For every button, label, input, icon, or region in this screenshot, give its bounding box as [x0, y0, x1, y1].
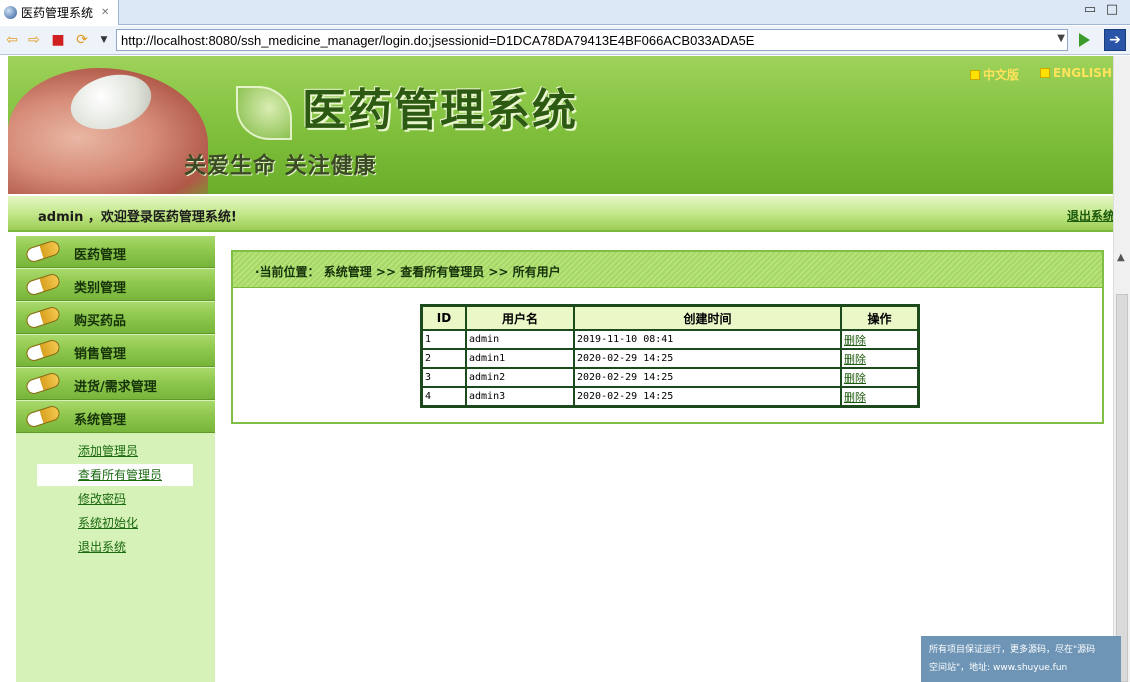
- delete-link[interactable]: 删除: [841, 330, 918, 349]
- welcome-message: admin ，欢迎登录医药管理系统!: [38, 210, 237, 225]
- lang-en-link[interactable]: ENGLISH: [1040, 66, 1112, 80]
- menu-medicine[interactable]: 医药管理: [16, 236, 215, 268]
- menu-label: 类别管理: [74, 281, 127, 296]
- breadcrumb-bar: ·当前位置： 系统管理 >> 查看所有管理员 >> 所有用户: [233, 252, 1102, 288]
- browser-tab-bar: 医药管理系统 ✕ ▭ □: [0, 0, 1130, 25]
- sidebar: 医药管理 类别管理 购买药品 销售管理 进货/需求管理 系统管理 添加管理员 查…: [16, 236, 215, 682]
- forward-icon[interactable]: ⇨: [26, 32, 42, 48]
- open-external-icon[interactable]: ➔: [1104, 29, 1126, 51]
- cell-id: 4: [422, 387, 466, 406]
- menu-category[interactable]: 类别管理: [16, 269, 215, 301]
- scrollbar-thumb[interactable]: [1116, 294, 1128, 682]
- slogan: 关爱生命 关注健康: [184, 153, 377, 179]
- tab-close-icon[interactable]: ✕: [101, 7, 109, 18]
- page-viewport: 医药管理系统 关爱生命 关注健康 中文版 ENGLISH admin ，欢迎登录…: [0, 56, 1130, 682]
- back-icon[interactable]: ⇦: [4, 32, 20, 48]
- table-header-row: ID 用户名 创建时间 操作: [422, 306, 918, 330]
- watermark-line1: 所有项目保证运行，更多源码，尽在"源码: [929, 645, 1096, 655]
- stop-icon[interactable]: ■: [50, 32, 66, 48]
- capsule-icon: [24, 239, 62, 264]
- capsule-icon: [24, 371, 62, 396]
- menu-label: 购买药品: [74, 314, 127, 329]
- col-header-username: 用户名: [466, 306, 574, 330]
- capsule-icon: [24, 338, 62, 363]
- header-banner: 医药管理系统 关爱生命 关注健康 中文版 ENGLISH: [8, 56, 1121, 194]
- logout-link[interactable]: 退出系统: [1067, 207, 1115, 224]
- url-text: http://localhost:8080/ssh_medicine_manag…: [121, 32, 755, 48]
- system-submenu: 添加管理员 查看所有管理员 修改密码 系统初始化 退出系统: [16, 434, 215, 558]
- minimize-icon[interactable]: ▭: [1082, 2, 1098, 18]
- cell-created: 2020-02-29 14:25: [574, 387, 841, 406]
- menu-label: 销售管理: [74, 347, 127, 362]
- lang-cn-link[interactable]: 中文版: [970, 66, 1019, 83]
- leaf-logo-icon: [236, 86, 292, 140]
- cell-username: admin: [466, 330, 574, 349]
- globe-icon: [4, 6, 17, 19]
- content-panel: ·当前位置： 系统管理 >> 查看所有管理员 >> 所有用户 ID 用户名 创建…: [231, 250, 1104, 424]
- maximize-icon[interactable]: □: [1104, 2, 1120, 18]
- menu-system[interactable]: 系统管理: [16, 401, 215, 433]
- table-row: 3 admin2 2020-02-29 14:25 删除: [422, 368, 918, 387]
- watermark: 所有项目保证运行，更多源码，尽在"源码 空间站"，地址: www.shuyue.…: [921, 636, 1121, 682]
- capsule-icon: [24, 272, 62, 297]
- square-bullet-icon: [1040, 68, 1050, 78]
- users-table: ID 用户名 创建时间 操作 1 admin 2019-11-10 08:41 …: [420, 304, 920, 408]
- history-dropdown-icon[interactable]: ▼: [96, 32, 112, 48]
- browser-toolbar: ⇦ ⇨ ■ ⟳ ▼ http://localhost:8080/ssh_medi…: [0, 26, 1130, 55]
- scroll-up-icon[interactable]: ▲: [1117, 252, 1125, 263]
- lang-cn-label: 中文版: [983, 68, 1020, 82]
- vertical-scrollbar[interactable]: ▲: [1113, 56, 1130, 682]
- table-row: 1 admin 2019-11-10 08:41 删除: [422, 330, 918, 349]
- cell-id: 3: [422, 368, 466, 387]
- cell-username: admin3: [466, 387, 574, 406]
- submenu-system-init[interactable]: 系统初始化: [16, 512, 215, 534]
- delete-link[interactable]: 删除: [841, 349, 918, 368]
- go-icon[interactable]: [1076, 31, 1092, 49]
- tab-title: 医药管理系统: [21, 6, 94, 20]
- delete-link[interactable]: 删除: [841, 387, 918, 406]
- col-header-created: 创建时间: [574, 306, 841, 330]
- cell-username: admin2: [466, 368, 574, 387]
- submenu-logout[interactable]: 退出系统: [16, 536, 215, 558]
- submenu-view-admins[interactable]: 查看所有管理员: [37, 464, 193, 486]
- breadcrumb: ·当前位置： 系统管理 >> 查看所有管理员 >> 所有用户: [255, 265, 561, 279]
- cell-username: admin1: [466, 349, 574, 368]
- cell-id: 1: [422, 330, 466, 349]
- menu-label: 系统管理: [74, 413, 127, 428]
- address-bar[interactable]: http://localhost:8080/ssh_medicine_manag…: [116, 29, 1068, 51]
- cell-id: 2: [422, 349, 466, 368]
- capsule-icon: [24, 305, 62, 330]
- menu-label: 医药管理: [74, 248, 127, 263]
- browser-tab[interactable]: 医药管理系统 ✕: [0, 0, 119, 25]
- square-bullet-icon: [970, 69, 980, 80]
- submenu-change-password[interactable]: 修改密码: [16, 488, 215, 510]
- table-row: 4 admin3 2020-02-29 14:25 删除: [422, 387, 918, 406]
- menu-purchase[interactable]: 购买药品: [16, 302, 215, 334]
- cell-created: 2020-02-29 14:25: [574, 368, 841, 387]
- submenu-add-admin[interactable]: 添加管理员: [16, 440, 215, 462]
- cell-created: 2020-02-29 14:25: [574, 349, 841, 368]
- welcome-bar: admin ，欢迎登录医药管理系统! 退出系统: [8, 196, 1121, 232]
- menu-sales[interactable]: 销售管理: [16, 335, 215, 367]
- lang-en-label: ENGLISH: [1053, 66, 1112, 80]
- system-title: 医药管理系统: [302, 85, 578, 136]
- menu-stock[interactable]: 进货/需求管理: [16, 368, 215, 400]
- table-row: 2 admin1 2020-02-29 14:25 删除: [422, 349, 918, 368]
- col-header-id: ID: [422, 306, 466, 330]
- chevron-down-icon[interactable]: ▼: [1057, 33, 1065, 44]
- col-header-action: 操作: [841, 306, 918, 330]
- delete-link[interactable]: 删除: [841, 368, 918, 387]
- refresh-icon[interactable]: ⟳: [74, 32, 90, 48]
- menu-label: 进货/需求管理: [74, 380, 157, 395]
- capsule-icon: [24, 404, 62, 429]
- cell-created: 2019-11-10 08:41: [574, 330, 841, 349]
- watermark-line2: 空间站"，地址: www.shuyue.fun: [929, 663, 1068, 673]
